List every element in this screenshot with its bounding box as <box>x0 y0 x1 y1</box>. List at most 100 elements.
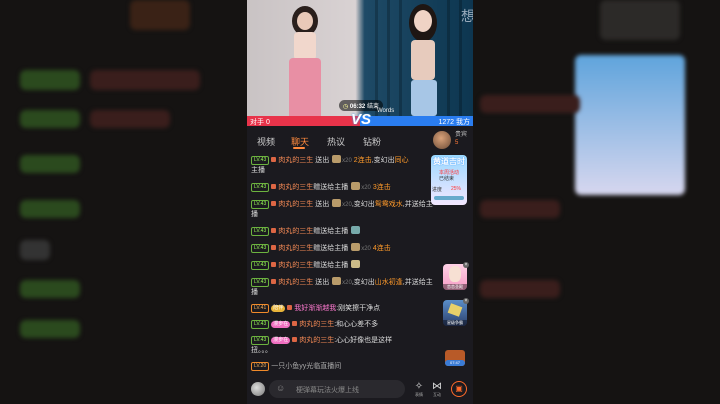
fan-badge: 漫步在 <box>271 337 291 344</box>
gift-icon <box>332 199 342 207</box>
interact-button[interactable]: ⋈ 互动 <box>429 381 445 397</box>
chat-text: :心心好像也是这样 <box>334 337 393 344</box>
tab-hot-discussion[interactable]: 热议 <box>327 135 345 148</box>
chat-text: ,并送给主 <box>402 201 433 208</box>
fan-badge: 漫步在 <box>271 321 291 328</box>
effect-name: 山水初逢 <box>374 279 403 286</box>
medal-icon <box>287 305 293 310</box>
chat-verb: 赠送给主播 <box>313 245 349 252</box>
bg-shape <box>480 95 580 113</box>
chat-username[interactable]: 肉丸的三生 <box>278 184 313 191</box>
bg-shape <box>480 280 560 298</box>
chat-username[interactable]: 肉丸的三生 <box>278 245 313 252</box>
chat-message[interactable]: LV.43 肉丸的三生赠送给主播 <box>251 226 463 237</box>
combo-text: 4连击 <box>372 245 391 252</box>
chat-username[interactable]: 肉丸的三生 <box>299 337 334 344</box>
medal-icon <box>271 184 277 189</box>
card-label: 星级争霸 <box>443 320 467 326</box>
medal-icon <box>292 337 298 342</box>
chat-message[interactable]: LV.20 一只小鱼yy光临直播间 <box>251 362 463 372</box>
chat-text: :刚笑擦干净点 <box>336 305 381 312</box>
comment-input[interactable]: ☺ 梗弹幕玩法火爆上线 <box>269 380 405 398</box>
curtain-fold <box>387 0 390 116</box>
tab-diamond-fans[interactable]: 钻粉 <box>363 135 381 148</box>
chat-message[interactable]: LV.43 漫步在 肉丸的三生:和心心差不多 <box>251 320 463 330</box>
bg-shape <box>20 200 80 218</box>
chat-message[interactable]: LV.43 漫步在 肉丸的三生:心心好像也是这样 扭。。。 <box>251 336 463 356</box>
close-icon[interactable]: × <box>463 262 469 268</box>
card-label: 恋恋圣殿 <box>443 284 467 290</box>
side-activity-card[interactable]: 星级争霸 <box>443 300 467 326</box>
guest-avatar[interactable] <box>433 131 451 149</box>
side-activity-card[interactable]: 恋恋圣殿 <box>443 264 467 290</box>
level-badge: LV.43 <box>251 320 270 329</box>
fan-badge: 陪伴 <box>271 305 286 312</box>
gift-multiplier: x20 <box>361 246 371 252</box>
chat-verb: 赠送给主播 <box>313 228 349 235</box>
emoji-icon[interactable]: ☺ <box>276 383 285 393</box>
level-badge: LV.41 <box>251 304 270 313</box>
level-badge: LV.20 <box>251 362 270 371</box>
treasure-chest[interactable]: 07:47 <box>445 350 465 366</box>
effect-name: 鸳鸯戏水 <box>374 201 403 208</box>
chat-text: ,变幻出 <box>351 201 375 208</box>
chat-username[interactable]: 我好渐渐越我 <box>294 305 336 312</box>
chat-username[interactable]: 肉丸的三生 <box>278 201 313 208</box>
guest-label[interactable]: 贵宾 5 <box>455 131 467 147</box>
pk-left-score: 对手 0 <box>250 119 270 126</box>
combo-text: 2连击 <box>353 157 372 164</box>
chat-text: :和心心差不多 <box>334 321 379 328</box>
words-label: Words <box>377 108 395 114</box>
chat-username[interactable]: 肉丸的三生 <box>278 279 313 286</box>
medal-icon <box>292 321 298 326</box>
gift-icon <box>351 243 361 251</box>
medal-icon <box>271 201 277 206</box>
medal-icon <box>271 228 277 233</box>
bg-shape <box>20 70 80 90</box>
chat-message[interactable]: LV.43 肉丸的三生赠送给主播 <box>251 260 463 271</box>
chat-verb: 光临直播间 <box>306 363 342 370</box>
chat-verb: 送出 <box>315 201 330 208</box>
chat-username[interactable]: 肉丸的三生 <box>278 228 313 235</box>
emote-label: 表情 <box>415 392 423 397</box>
gift-button[interactable]: ▣ <box>451 381 467 397</box>
effect-name: 同心 <box>394 157 409 164</box>
side-promo-panel[interactable]: 黄道吉时 本周活动 已结束 进度 25% <box>431 155 467 205</box>
chat-verb: 赠送给主播 <box>313 262 349 269</box>
gift-icon <box>332 155 342 163</box>
medal-icon <box>271 262 277 267</box>
card-figure <box>449 266 461 282</box>
chat-message[interactable]: LV.43 肉丸的三生赠送给主播 x20 4连击 <box>251 243 463 254</box>
gift-multiplier: x20 <box>342 280 352 286</box>
chat-message[interactable]: LV.43 肉丸的三生 送出 x20,变幻出山水初逢,并送给主播 <box>251 277 463 298</box>
bg-shape <box>20 240 50 260</box>
avatar[interactable] <box>251 382 265 396</box>
promo-percent: 25% <box>451 186 462 192</box>
chat-username[interactable]: 一只小鱼yy <box>271 363 306 370</box>
bg-shape <box>20 110 80 128</box>
bg-shape <box>90 110 170 128</box>
chat-username[interactable]: 肉丸的三生 <box>278 157 313 164</box>
pk-video-area[interactable]: 想 ◷ 06:32 结束 Words <box>247 0 473 116</box>
card-figure <box>447 303 463 317</box>
bg-shape <box>130 0 190 30</box>
tab-video[interactable]: 视频 <box>257 135 275 148</box>
chat-wrap: 主播 <box>251 167 265 174</box>
chat-wrap: 扭。。。 <box>251 347 272 354</box>
bg-shape <box>480 200 560 218</box>
gift-icon <box>351 260 361 268</box>
chat-username[interactable]: 肉丸的三生 <box>299 321 334 328</box>
chest-timer: 07:47 <box>445 360 465 366</box>
promo-title: 黄道吉时 <box>433 157 465 166</box>
medal-icon <box>271 245 277 250</box>
chat-username[interactable]: 肉丸的三生 <box>278 262 313 269</box>
bowtie-icon: ⋈ <box>432 381 442 392</box>
chat-message[interactable]: LV.41 陪伴 我好渐渐越我:刚笑擦干净点 <box>251 304 463 314</box>
emote-button[interactable]: ✧ 表情 <box>411 381 427 397</box>
gift-multiplier: x20 <box>361 185 371 191</box>
comment-placeholder: 梗弹幕玩法火爆上线 <box>296 387 359 394</box>
streamer-left <box>277 4 337 116</box>
interact-label: 互动 <box>433 392 441 397</box>
close-icon[interactable]: × <box>463 298 469 304</box>
level-badge: LV.43 <box>251 244 270 253</box>
